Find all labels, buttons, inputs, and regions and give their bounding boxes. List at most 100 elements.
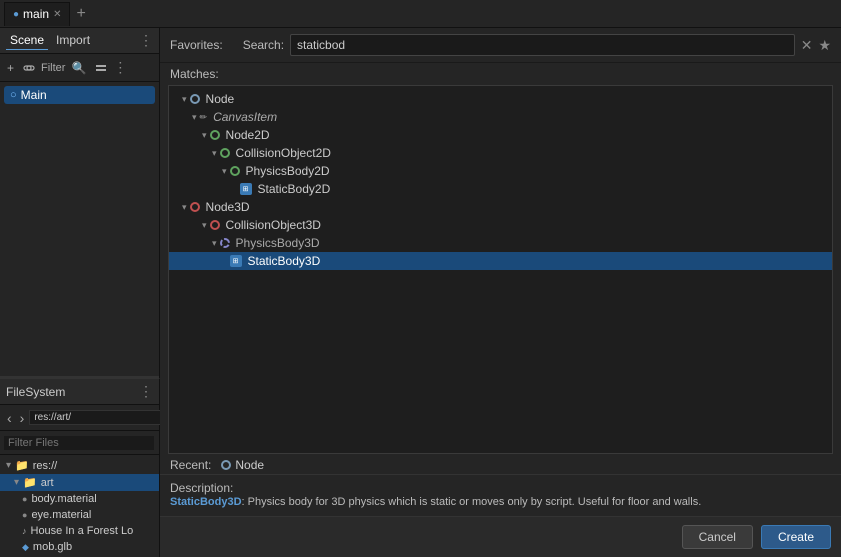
node3d-arrow: ▾ [182,202,187,213]
recent-node-label: Node [235,458,264,472]
search-clear-button[interactable]: ✕ [801,37,813,54]
cancel-button[interactable]: Cancel [682,525,753,549]
tree-node[interactable]: ▾ Node [169,90,832,108]
tab-import[interactable]: Import [52,31,94,50]
description-body: : Physics body for 3D physics which is s… [242,496,702,508]
search-favorite-button[interactable]: ★ [818,37,831,54]
search-input[interactable] [290,34,795,56]
left-panel: Scene Import ⋮ + Filter 🔍 ⋮ ○ [0,28,160,557]
canvas-arrow: ▾ [192,112,197,123]
tab-close-icon[interactable]: ✕ [53,9,61,20]
scene-snap-button[interactable] [92,60,110,76]
filesystem-panel: FileSystem ⋮ ‹ › ≡ 🔍 ⇅ ▾ 📁 res:// [0,378,160,557]
node-arrow: ▾ [182,94,187,105]
create-button[interactable]: Create [761,525,831,549]
scene-options-button[interactable]: ⋮ [139,32,153,49]
scene-more-button[interactable]: ⋮ [113,59,127,76]
main-node-icon: ○ [10,89,17,101]
scene-add-button[interactable]: + [4,59,17,77]
folder-icon: 📁 [15,459,29,472]
tab-label: main [23,7,49,21]
matches-tree[interactable]: ▾ Node ▾ ✏ CanvasItem ▾ Node2D [168,85,833,454]
tree-collision2d[interactable]: ▾ CollisionObject2D [169,144,832,162]
fs-filter-bar: 🔍 ⇅ [0,431,159,455]
fs-item-label-art: art [41,477,54,489]
col2d-label: CollisionObject2D [236,146,331,160]
link-icon [23,62,35,74]
scene-item-label: Main [21,88,47,102]
recent-label: Recent: [170,458,211,472]
folder-icon-art: 📁 [23,476,37,489]
fs-item-house-audio[interactable]: ♪ House In a Forest Lo [0,523,159,539]
col2d-arrow: ▾ [212,148,217,159]
fs-item-art[interactable]: ▾ 📁 art [0,474,159,491]
fs-title: FileSystem [6,385,65,399]
tree-physicsbody2d[interactable]: ▾ PhysicsBody2D [169,162,832,180]
scene-tabs: Scene Import [6,31,94,50]
scene-panel: Scene Import ⋮ + Filter 🔍 ⋮ ○ [0,28,159,378]
phys2d-label: PhysicsBody2D [246,164,330,178]
static3d-icon: ⊞ [230,255,242,267]
pencil-icon: ✏ [200,112,208,123]
col3d-arrow: ▾ [202,220,207,231]
tab-scene[interactable]: Scene [6,31,48,50]
tree-collision3d[interactable]: ▾ CollisionObject3D [169,216,832,234]
fs-nav: ‹ › ≡ [0,405,159,431]
fs-item-label-body: body.material [31,493,96,505]
static2d-label: StaticBody2D [258,182,331,196]
fs-filter-input[interactable] [4,436,154,450]
node2d-arrow: ▾ [202,130,207,141]
recent-node-icon [221,460,231,470]
fs-item-mob[interactable]: ◆ mob.glb [0,539,159,555]
matches-label: Matches: [160,63,841,85]
filter-search-button[interactable]: 🔍 [68,59,89,77]
col3d-label: CollisionObject3D [226,218,321,232]
fs-item-body-material[interactable]: ● body.material [0,491,159,507]
fs-item-resroot[interactable]: ▾ 📁 res:// [0,457,159,474]
bottom-buttons: Cancel Create [160,516,841,557]
search-container: Search: ✕ ★ [243,34,831,56]
recent-section: Recent: Node [160,454,841,474]
filter-label: Filter [41,62,65,74]
tree-staticbody2d[interactable]: ▾ ⊞ StaticBody2D [169,180,832,198]
favorites-label: Favorites: [170,38,223,52]
snap-icon [95,62,107,74]
dot-icon-body: ● [22,494,27,504]
tree-canvasitem[interactable]: ▾ ✏ CanvasItem [169,108,832,126]
col2d-icon [220,148,230,158]
scene-panel-tabs: Scene Import ⋮ [0,28,159,54]
tab-circle-icon: ● [13,9,19,20]
fs-item-eye-material[interactable]: ● eye.material [0,507,159,523]
scene-content: ○ Main [0,82,159,376]
fs-fwd-button[interactable]: › [17,408,28,428]
tree-physicsbody3d[interactable]: ▾ PhysicsBody3D [169,234,832,252]
description-label: Description: [170,481,233,495]
top-tab-bar: ● main ✕ + [0,0,841,28]
canvasitem-label: CanvasItem [213,110,277,124]
dot-icon-eye: ● [22,510,27,520]
tree-node2d[interactable]: ▾ Node2D [169,126,832,144]
phys3d-label: PhysicsBody3D [236,236,320,250]
col3d-icon [210,220,220,230]
tree-staticbody3d[interactable]: ▾ ⊞ StaticBody3D [169,252,832,270]
fs-options-button[interactable]: ⋮ [139,383,153,400]
tree-node3d[interactable]: ▾ Node3D [169,198,832,216]
fs-path-input[interactable] [29,410,171,425]
description-text: StaticBody3D: Physics body for 3D physic… [170,495,831,510]
static2d-icon: ⊞ [240,183,252,195]
phys2d-arrow: ▾ [222,166,227,177]
fs-back-button[interactable]: ‹ [4,408,15,428]
node2d-label: Node2D [226,128,270,142]
scene-item-main[interactable]: ○ Main [4,86,155,104]
node3d-icon [190,202,200,212]
main-content: Scene Import ⋮ + Filter 🔍 ⋮ ○ [0,28,841,557]
node2d-icon [210,130,220,140]
tab-add-button[interactable]: + [72,5,89,23]
fs-item-label-house: House In a Forest Lo [31,525,134,537]
phys2d-icon [230,166,240,176]
phys3d-icon [220,238,230,248]
search-label: Search: [243,38,284,52]
scene-link-button[interactable] [20,60,38,76]
description-section: Description: StaticBody3D: Physics body … [160,474,841,516]
tab-main[interactable]: ● main ✕ [4,2,70,26]
